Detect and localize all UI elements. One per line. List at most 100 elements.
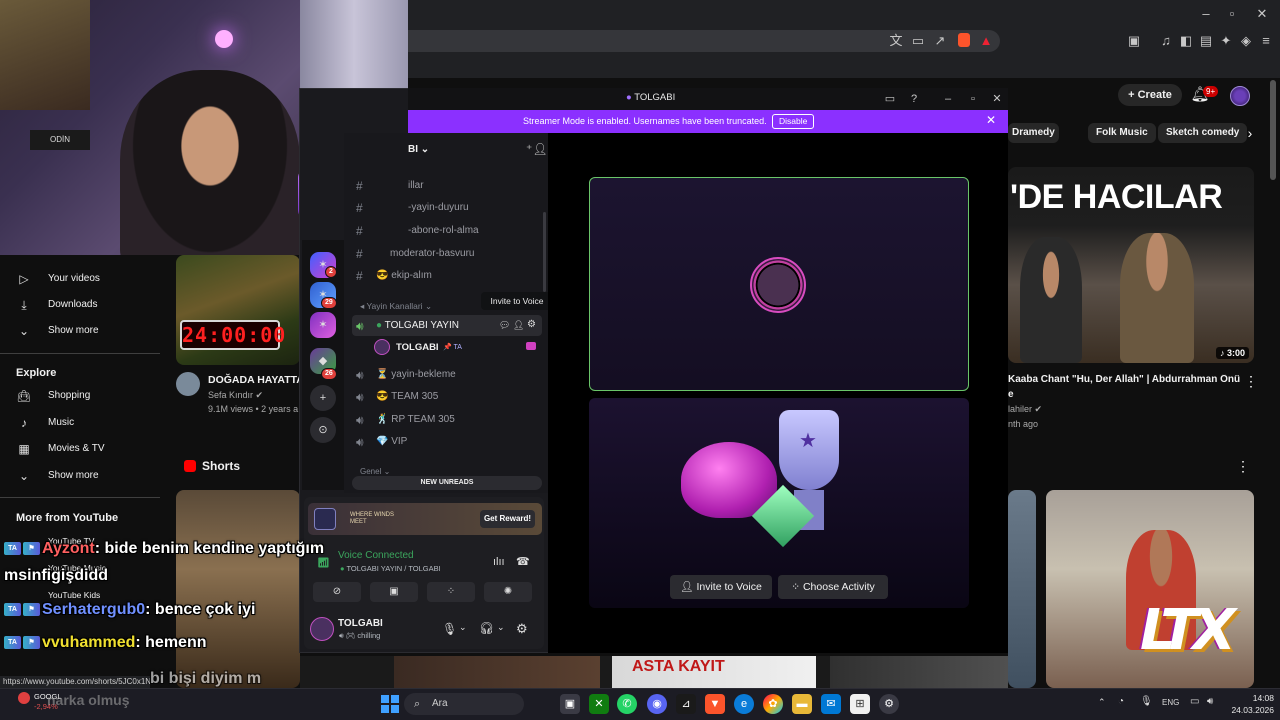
share-icon[interactable]: ↗	[930, 31, 950, 51]
help-icon[interactable]: ?	[904, 89, 924, 109]
scrollbar[interactable]	[1270, 80, 1276, 180]
voice-channel-item[interactable]: 🔊︎ ⏳ yayin-bekleme	[356, 365, 542, 385]
settings-icon[interactable]: ⚙	[879, 694, 899, 714]
menu-icon[interactable]: ≡	[1256, 31, 1276, 51]
sidebar-item-your-videos[interactable]: ▷ Your videos	[0, 266, 160, 292]
sidebar-item-music[interactable]: ♪ Music	[0, 410, 160, 436]
screen-share-button[interactable]: ▣	[370, 582, 418, 602]
xbox-icon[interactable]: ✕	[589, 694, 609, 714]
leo-icon[interactable]: ✦	[1216, 31, 1236, 51]
voice-channel-item[interactable]: 🔊︎ 😎 TEAM 305	[356, 387, 542, 407]
chip-folk-music[interactable]: Folk Music	[1088, 123, 1156, 143]
translate-icon[interactable]: 文	[886, 31, 906, 51]
discover-icon[interactable]: ⊙	[310, 417, 336, 443]
settings-gear-icon[interactable]: ⚙	[516, 621, 528, 637]
clock[interactable]: 14:08 24.03.2026	[1222, 692, 1274, 716]
brave-icon[interactable]: ▼	[705, 694, 725, 714]
more-vert-icon[interactable]: ⋮	[1244, 373, 1258, 390]
taskbar-search[interactable]: ⌕ Ara	[404, 693, 524, 715]
close-icon[interactable]: ✕	[987, 89, 1007, 109]
discord-icon[interactable]: ◉	[647, 694, 667, 714]
inbox-icon[interactable]: ▭	[880, 89, 900, 109]
channel-name[interactable]: lahiler ✔︎	[1008, 404, 1042, 415]
whatsapp-icon[interactable]: ✆	[617, 694, 637, 714]
media-icon[interactable]: ♫	[1156, 31, 1176, 51]
voice-user-name[interactable]: TOLGABI	[396, 342, 439, 353]
shorts-thumbnail[interactable]: ASTA KAYIT	[612, 656, 816, 688]
user-avatar[interactable]	[374, 339, 390, 355]
voice-channel-item[interactable]: 🔊︎ 💎 VIP	[356, 432, 542, 452]
tray-mic-icon[interactable]: 🎙︎	[1140, 696, 1153, 707]
avatar[interactable]	[1230, 86, 1250, 106]
close-icon[interactable]: ✕	[1252, 4, 1272, 24]
sidebar-item-movies[interactable]: ▦ Movies & TV	[0, 436, 160, 462]
network-icon[interactable]: ▭	[1190, 696, 1199, 707]
more-vert-icon[interactable]: ⋮	[1236, 458, 1250, 475]
shorts-thumbnail[interactable]	[830, 656, 1008, 688]
sidebar-item-youtube-kids[interactable]: YouTube Kids	[48, 590, 100, 600]
minimize-icon[interactable]: –	[1196, 4, 1216, 24]
disable-button[interactable]: Disable	[772, 114, 815, 129]
invite-to-voice-button[interactable]: 👤︎ Invite to Voice	[670, 575, 772, 599]
chevron-down-icon[interactable]: ⌄	[459, 622, 467, 633]
language-indicator[interactable]: ENG	[1162, 698, 1179, 707]
chip-dramedy[interactable]: Dramedy	[1008, 123, 1059, 143]
chevron-right-icon[interactable]: ›	[1240, 123, 1260, 143]
sidebar-item-show-more-explore[interactable]: ⌄ Show more	[0, 463, 160, 489]
voice-channel-item[interactable]: 🔊︎ 🕺 RP TEAM 305	[356, 410, 542, 430]
folder-icon[interactable]: ▬	[792, 694, 812, 714]
volume-icon[interactable]: 🔊︎	[1207, 696, 1213, 707]
channel-item[interactable]: # -abone-rol-alma	[356, 221, 542, 241]
sidebar-item-show-more[interactable]: ⌄ Show more	[0, 318, 160, 344]
activity-button[interactable]: ⁘	[427, 582, 475, 602]
channel-item[interactable]: # illar	[356, 176, 542, 196]
mic-icon[interactable]: 🎙︎	[442, 622, 457, 636]
soundboard-button[interactable]: ✺	[484, 582, 532, 602]
server-name[interactable]: BI ⌄	[408, 144, 429, 155]
server-icon[interactable]: ✶	[310, 312, 336, 338]
voice-connected-label[interactable]: Voice Connected	[338, 550, 414, 561]
video-title[interactable]: DOĞADA HAYATTA	[208, 374, 304, 386]
video-title[interactable]: Kaaba Chant "Hu, Der Allah" | Abdurrahma…	[1008, 374, 1240, 385]
capcut-icon[interactable]: ⊿	[676, 694, 696, 714]
category-header[interactable]: ◂︎ Yayin Kanallari ⌄	[360, 301, 432, 312]
copilot-icon[interactable]: ✿	[763, 694, 783, 714]
shorts-thumbnail[interactable]	[394, 656, 600, 688]
channel-item[interactable]: # 😎 ekip-alım	[356, 266, 542, 286]
choose-activity-button[interactable]: ⁘ Choose Activity	[778, 575, 888, 599]
headphones-icon[interactable]: 🎧︎	[479, 621, 494, 635]
tray-chevron-icon[interactable]: ⌃	[1098, 697, 1106, 708]
sidebar-toggle-icon[interactable]: ▣	[1124, 31, 1144, 51]
windows-start-icon[interactable]	[381, 695, 399, 713]
cast-icon[interactable]: ▭	[908, 31, 928, 51]
task-view-icon[interactable]: ▣	[560, 694, 580, 714]
chat-icon[interactable]: 💬︎	[499, 320, 510, 331]
chip-sketch-comedy[interactable]: Sketch comedy	[1158, 123, 1248, 143]
category-header[interactable]: Genel ⌄	[360, 467, 390, 476]
shorts-thumbnail[interactable]	[176, 490, 300, 688]
channel-item[interactable]: # moderator-basvuru	[356, 244, 542, 264]
edge-icon[interactable]: e	[734, 694, 754, 714]
camera-off-button[interactable]: ⊘	[313, 582, 361, 602]
create-button[interactable]: + Create	[1118, 84, 1182, 106]
brave-shield-icon[interactable]	[958, 33, 970, 47]
wallet-icon[interactable]: ▤	[1196, 31, 1216, 51]
add-server-icon[interactable]: +	[310, 385, 336, 411]
shorts-thumbnail[interactable]	[1008, 490, 1036, 688]
get-reward-button[interactable]: Get Reward!	[480, 510, 535, 528]
sidebar-item-downloads[interactable]: ⤓ Downloads	[0, 292, 160, 318]
tray-app-icon[interactable]: ◔	[1118, 696, 1124, 707]
username[interactable]: TOLGABI	[338, 618, 383, 629]
rewards-icon[interactable]: ▲	[976, 31, 996, 51]
invite-icon[interactable]: 👤︎	[513, 320, 524, 331]
chevron-down-icon[interactable]: ⌄	[497, 622, 505, 633]
channel-item[interactable]: # -yayin-duyuru	[356, 198, 542, 218]
channel-avatar[interactable]	[176, 372, 200, 396]
mail-icon[interactable]: ✉	[821, 694, 841, 714]
disconnect-icon[interactable]: ☎	[516, 555, 530, 568]
gear-icon[interactable]: ⚙	[527, 319, 536, 330]
user-avatar[interactable]	[310, 617, 334, 641]
store-icon[interactable]: ⊞	[850, 694, 870, 714]
vpn-shield-icon[interactable]: ◈	[1236, 31, 1256, 51]
maximize-icon[interactable]: ▫	[963, 89, 983, 109]
